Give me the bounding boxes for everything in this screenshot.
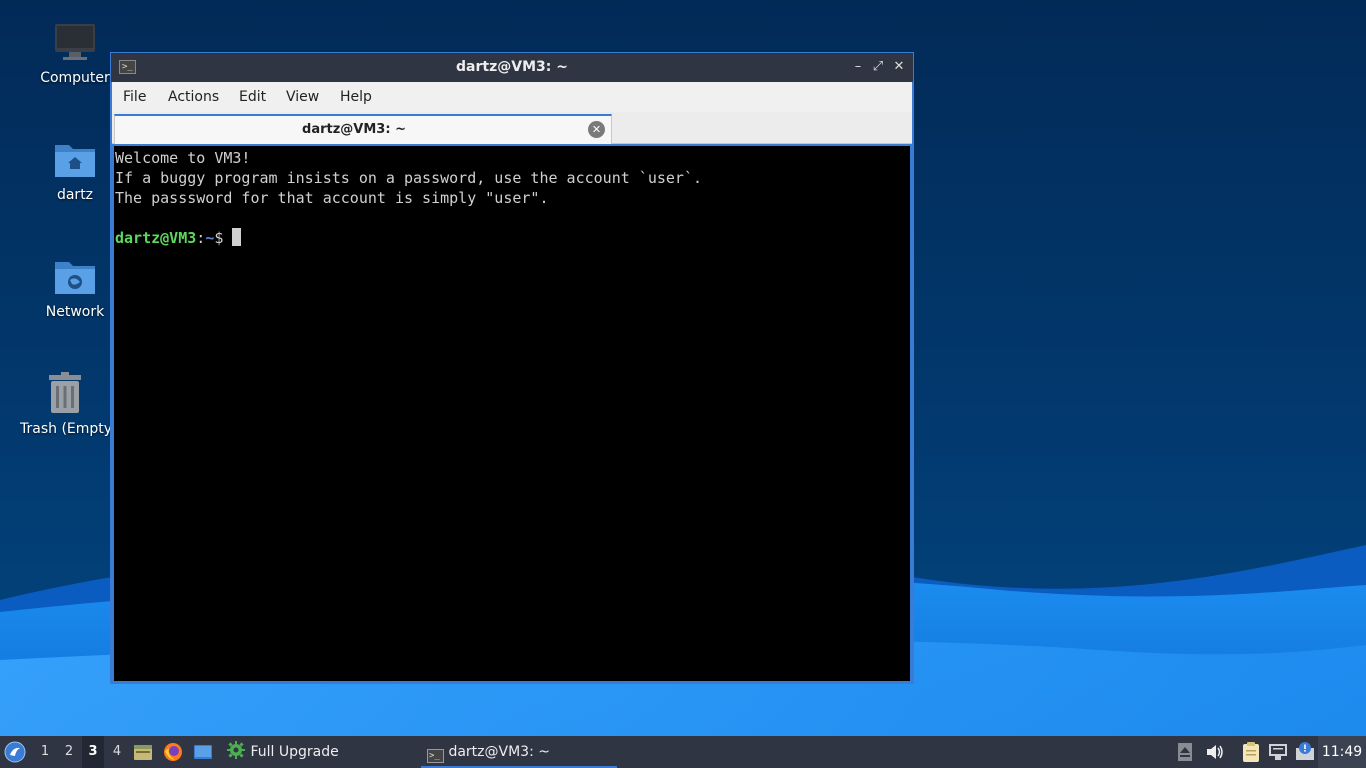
network-button[interactable] [1268, 736, 1290, 768]
prompt-path: ~ [205, 229, 215, 247]
update-notifier-button[interactable] [1295, 736, 1317, 768]
taskbar: 1 2 3 4 Full Upgrade >_ dartz@VM3: ~ 11:… [0, 736, 1366, 768]
maximize-button[interactable]: ⤢ [869, 58, 887, 76]
workspace-4[interactable]: 4 [106, 736, 128, 768]
volume-button[interactable] [1205, 736, 1227, 768]
menu-actions[interactable]: Actions [162, 82, 225, 112]
menu-help[interactable]: Help [334, 82, 378, 112]
minimize-button[interactable]: – [849, 58, 867, 76]
window-titlebar[interactable]: >_ dartz@VM3: ~ – ⤢ ✕ [111, 53, 913, 82]
text-cursor [232, 228, 242, 246]
task-label: Full Upgrade [250, 744, 339, 760]
desktop-icon-trash[interactable]: Trash (Empty) [20, 371, 110, 437]
clipboard-button[interactable] [1241, 736, 1263, 768]
start-menu-button[interactable] [4, 736, 30, 768]
lubuntu-logo-icon [4, 741, 26, 763]
workspace-2[interactable]: 2 [58, 736, 80, 768]
computer-icon [55, 24, 95, 60]
show-desktop-button[interactable] [193, 736, 215, 768]
file-manager-icon [134, 745, 152, 760]
gear-icon [227, 741, 245, 759]
terminal-icon: >_ [427, 749, 444, 763]
close-button[interactable]: ✕ [890, 58, 908, 76]
terminal-window[interactable]: >_ dartz@VM3: ~ – ⤢ ✕ File Actions Edit … [110, 52, 914, 684]
prompt-user-host: dartz@VM3 [115, 229, 197, 247]
workspace-1[interactable]: 1 [34, 736, 56, 768]
menu-edit[interactable]: Edit [233, 82, 272, 112]
menu-file[interactable]: File [117, 82, 152, 112]
prompt-separator: : [196, 229, 206, 247]
menu-view[interactable]: View [280, 82, 325, 112]
terminal-output[interactable]: Welcome to VM3! If a buggy program insist… [114, 146, 910, 681]
menubar: File Actions Edit View Help [112, 82, 912, 112]
workspace-3[interactable]: 3 [82, 736, 104, 768]
network-icon [1269, 744, 1287, 760]
task-label: dartz@VM3: ~ [448, 744, 550, 760]
terminal-line: Welcome to VM3! [115, 149, 251, 167]
tab-terminal[interactable]: dartz@VM3: ~ ✕ [114, 114, 612, 144]
firefox-icon [164, 743, 182, 761]
eject-icon [1178, 743, 1192, 761]
task-full-upgrade[interactable]: Full Upgrade [226, 736, 406, 768]
terminal-blank-line: ​ [115, 208, 909, 228]
window-title: dartz@VM3: ~ [456, 59, 568, 75]
desktop-icon-label: Trash (Empty) [20, 421, 110, 437]
trash-icon [49, 372, 81, 413]
tab-label: dartz@VM3: ~ [302, 122, 406, 137]
home-folder-icon [55, 145, 95, 177]
clock[interactable]: 11:49 [1318, 736, 1366, 768]
terminal-prompt-line: dartz@VM3:~$ [115, 228, 909, 248]
firefox-launcher[interactable] [163, 736, 185, 768]
tab-close-icon[interactable]: ✕ [588, 121, 605, 138]
update-notifier-icon [1296, 742, 1314, 760]
terminal-line: If a buggy program insists on a password… [115, 169, 702, 187]
task-terminal[interactable]: >_ dartz@VM3: ~ [421, 736, 617, 768]
terminal-line: The passsword for that account is simply… [115, 189, 549, 207]
file-manager-launcher[interactable] [133, 736, 155, 768]
tab-bar: dartz@VM3: ~ ✕ [112, 112, 912, 144]
clipboard-icon [1243, 742, 1259, 762]
network-folder-icon [55, 262, 95, 294]
prompt-symbol: $ [214, 229, 233, 247]
eject-button[interactable] [1178, 736, 1196, 768]
volume-icon [1207, 745, 1223, 759]
desktop-icon [194, 745, 212, 759]
